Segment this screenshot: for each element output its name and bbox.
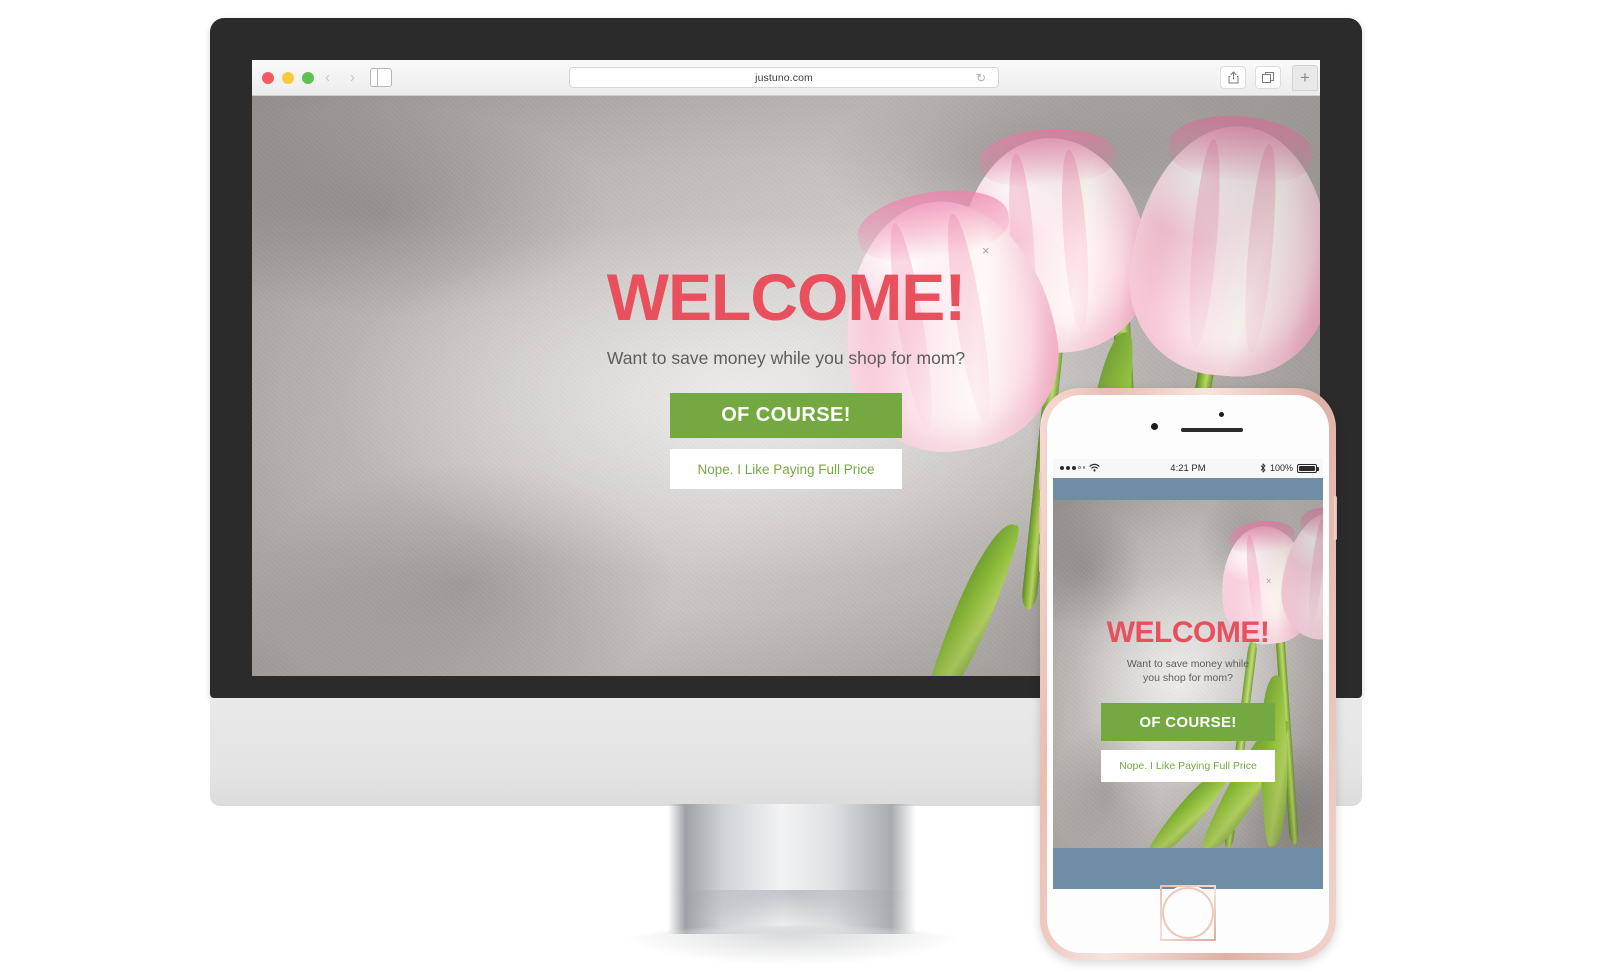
mobile-phone: 4:21 PM 100% × WELCOME! Want to save mon… <box>1039 388 1337 960</box>
scene-root: ‹ › justuno.com ↻ + × WELCOME! Want to s… <box>0 0 1600 974</box>
window-traffic-lights <box>262 72 314 84</box>
minimize-window-button[interactable] <box>282 72 294 84</box>
address-bar[interactable]: justuno.com ↻ <box>569 67 999 88</box>
home-button[interactable] <box>1160 885 1216 941</box>
close-icon[interactable]: × <box>1266 576 1271 586</box>
ios-status-bar: 4:21 PM 100% <box>1053 459 1323 478</box>
phone-top-bezel <box>1047 395 1329 459</box>
share-glyph <box>1228 71 1238 84</box>
volume-down-button[interactable] <box>1039 544 1042 572</box>
accept-offer-button[interactable]: OF COURSE! <box>1101 703 1275 742</box>
earpiece-speaker <box>1181 428 1243 432</box>
decline-offer-button[interactable]: Nope. I Like Paying Full Price <box>670 449 902 489</box>
accept-offer-button[interactable]: OF COURSE! <box>670 393 902 438</box>
popup-subheading: Want to save money while you shop for mo… <box>606 348 966 368</box>
battery-icon <box>1297 463 1319 473</box>
status-bar-right: 100% <box>1260 463 1319 473</box>
battery-fill <box>1299 465 1315 471</box>
sidebar-toggle-icon[interactable] <box>370 68 392 87</box>
phone-screen: 4:21 PM 100% × WELCOME! Want to save mon… <box>1053 459 1323 889</box>
popup-subheading-line-1: Want to save money while <box>1126 658 1250 670</box>
popup-content: WELCOME! Want to save money while you sh… <box>1053 616 1323 783</box>
phone-page-viewport: × WELCOME! Want to save money while you … <box>1053 500 1323 848</box>
site-navbar-mobile <box>1053 478 1323 500</box>
maximize-window-button[interactable] <box>302 72 314 84</box>
close-icon[interactable]: × <box>982 243 990 258</box>
tabs-glyph <box>1261 72 1274 83</box>
decline-offer-button[interactable]: Nope. I Like Paying Full Price <box>1101 750 1275 783</box>
forward-button[interactable]: › <box>342 68 363 88</box>
site-footer-mobile <box>1053 848 1323 889</box>
proximity-sensor-icon <box>1219 412 1224 417</box>
monitor-stand-neck <box>624 804 960 936</box>
new-tab-button[interactable]: + <box>1292 65 1318 91</box>
show-tabs-icon[interactable] <box>1255 66 1281 89</box>
share-icon[interactable] <box>1220 66 1246 89</box>
volume-up-button[interactable] <box>1039 506 1042 534</box>
url-text: justuno.com <box>755 71 813 84</box>
close-window-button[interactable] <box>262 72 274 84</box>
battery-percent-label: 100% <box>1269 463 1293 473</box>
monitor-stand-base <box>610 926 974 966</box>
page-title: WELCOME! <box>1106 616 1270 649</box>
back-button[interactable]: ‹ <box>317 68 338 88</box>
page-title: WELCOME! <box>606 260 967 334</box>
popup-subheading-line-2: you shop for mom? <box>1143 672 1233 685</box>
phone-body: 4:21 PM 100% × WELCOME! Want to save mon… <box>1047 395 1329 953</box>
browser-toolbar: ‹ › justuno.com ↻ + <box>252 60 1320 96</box>
front-camera-icon <box>1151 423 1158 430</box>
mute-switch[interactable] <box>1039 472 1042 490</box>
reload-icon[interactable]: ↻ <box>976 72 988 84</box>
popup-subheading: Want to save money while you shop for mo… <box>1053 657 1323 685</box>
power-button[interactable] <box>1334 496 1337 540</box>
bluetooth-icon <box>1260 463 1266 473</box>
